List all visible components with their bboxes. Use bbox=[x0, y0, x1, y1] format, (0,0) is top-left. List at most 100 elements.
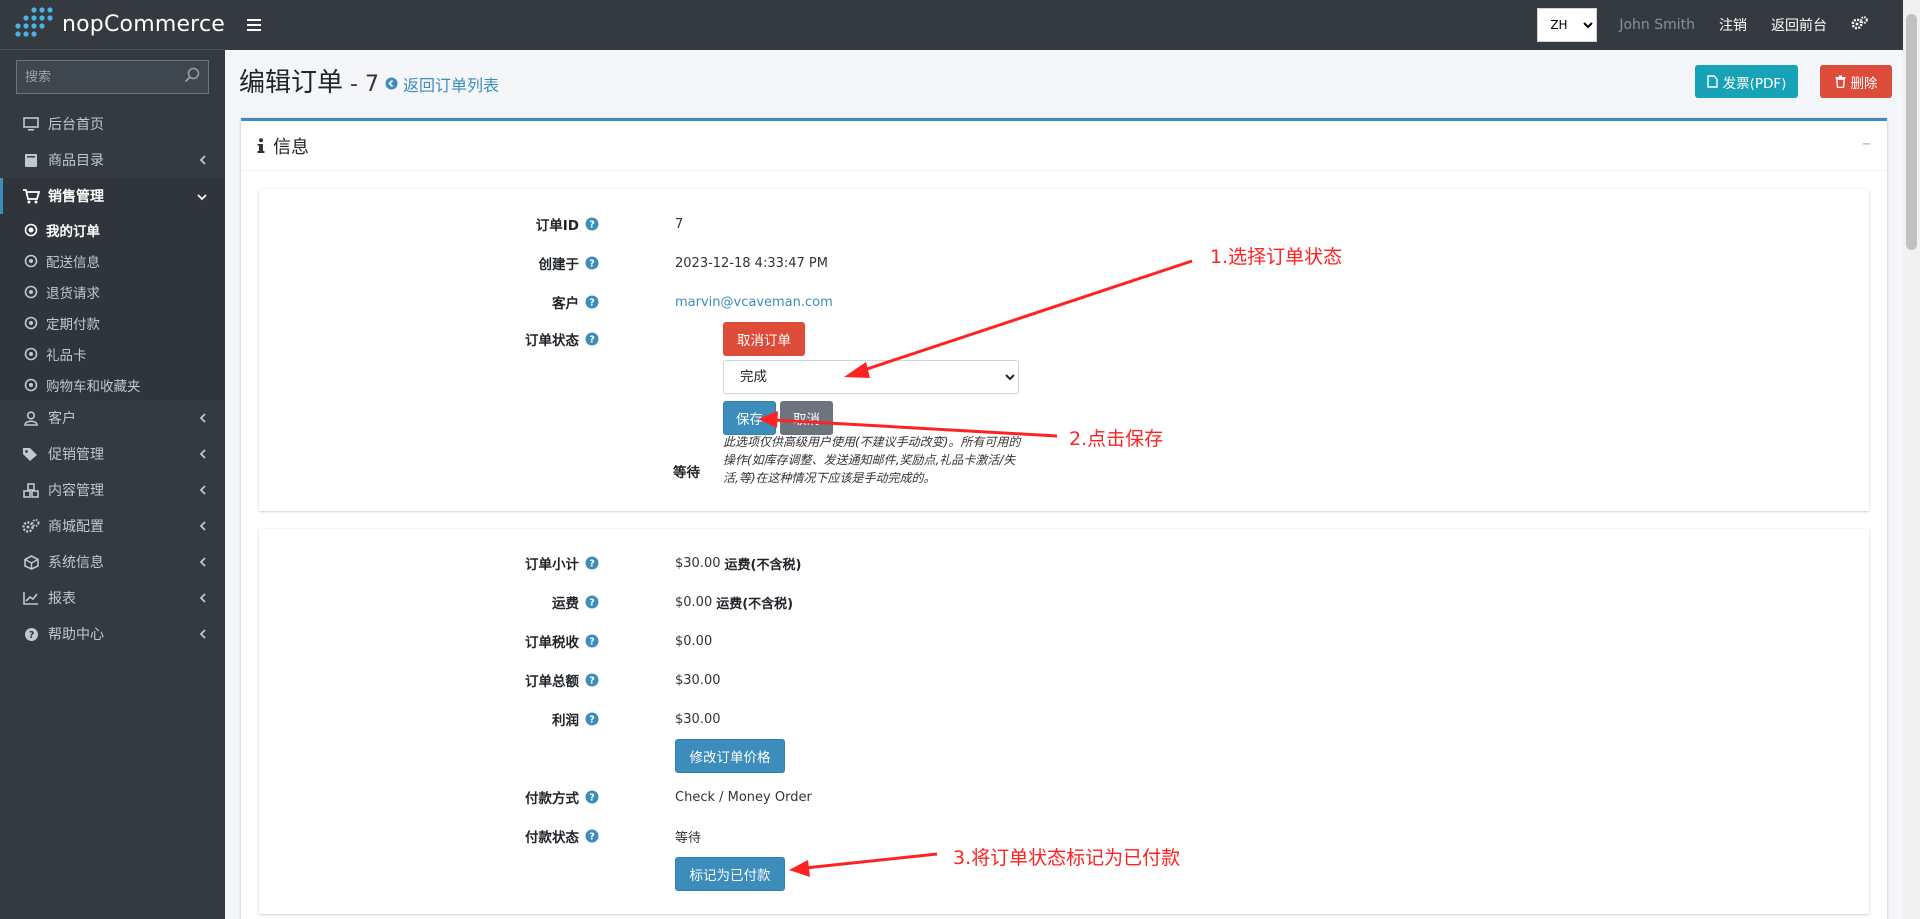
line-chart-icon bbox=[22, 589, 40, 607]
tax-value: $0.00 bbox=[675, 633, 713, 649]
settings-gears-icon[interactable] bbox=[1851, 15, 1868, 35]
page-header: 编辑订单 - 7 返回订单列表 发票(PDF) 删除 bbox=[225, 50, 1901, 118]
help-icon[interactable]: ? bbox=[585, 332, 599, 346]
field-label: 客户 bbox=[552, 296, 579, 312]
page-scrollbar[interactable] bbox=[1903, 0, 1920, 919]
sidebar-item-system[interactable]: 系统信息 bbox=[0, 544, 225, 580]
sidebar-item-shipments[interactable]: 配送信息 bbox=[0, 245, 225, 276]
circle-dot-icon bbox=[24, 254, 38, 268]
help-icon[interactable]: ? bbox=[585, 634, 599, 648]
arrow-circle-left-icon bbox=[385, 75, 398, 94]
sidebar-item-orders[interactable]: 我的订单 bbox=[0, 214, 225, 245]
cancel-status-button[interactable]: 取消 bbox=[780, 401, 833, 435]
field-label: 订单小计 bbox=[525, 557, 579, 573]
svg-text:?: ? bbox=[589, 676, 595, 687]
field-label: 付款方式 bbox=[525, 791, 579, 807]
menu-toggle-icon[interactable] bbox=[247, 19, 261, 31]
save-status-button[interactable]: 保存 bbox=[723, 401, 776, 435]
order-id-row: 订单ID? 7 bbox=[259, 212, 1869, 236]
language-select[interactable]: ZH bbox=[1537, 8, 1598, 42]
sidebar-item-giftcards[interactable]: 礼品卡 bbox=[0, 338, 225, 369]
sidebar-item-help[interactable]: ? 帮助中心 bbox=[0, 616, 225, 652]
scrollbar-thumb[interactable] bbox=[1906, 14, 1917, 250]
profit-label: 利润? bbox=[439, 707, 599, 731]
sidebar-item-label: 报表 bbox=[48, 591, 76, 607]
subtotal-label: 订单小计? bbox=[439, 551, 599, 575]
field-label: 订单总额 bbox=[525, 674, 579, 690]
field-label: 订单ID bbox=[535, 218, 579, 234]
sidebar-item-customers[interactable]: 客户 bbox=[0, 400, 225, 436]
circle-dot-icon bbox=[24, 347, 38, 361]
cube-icon bbox=[22, 553, 40, 571]
sidebar-item-reports[interactable]: 报表 bbox=[0, 580, 225, 616]
help-icon[interactable]: ? bbox=[585, 556, 599, 570]
back-to-order-list-link[interactable]: 返回订单列表 bbox=[385, 72, 499, 96]
status-label: 订单状态? bbox=[439, 327, 599, 351]
sidebar-item-label: 系统信息 bbox=[48, 555, 104, 571]
main-content: 编辑订单 - 7 返回订单列表 发票(PDF) 删除 信息 – 订单ID? 7 bbox=[225, 50, 1901, 919]
sidebar-item-label: 配送信息 bbox=[46, 254, 100, 271]
chevron-down-icon bbox=[197, 189, 207, 205]
sidebar-item-label: 定期付款 bbox=[46, 316, 100, 333]
sidebar-item-recurring[interactable]: 定期付款 bbox=[0, 307, 225, 338]
svg-text:?: ? bbox=[589, 793, 595, 804]
gears-icon bbox=[22, 517, 40, 535]
tags-icon bbox=[22, 445, 40, 463]
shipping-amount: $0.00 bbox=[675, 594, 713, 610]
tax-label: 订单税收? bbox=[439, 629, 599, 653]
brand[interactable]: nopCommerce bbox=[0, 0, 225, 50]
chevron-left-icon bbox=[199, 483, 207, 499]
search-icon[interactable] bbox=[184, 67, 200, 87]
svg-text:?: ? bbox=[589, 637, 595, 648]
circle-dot-icon bbox=[24, 378, 38, 392]
brand-name: nopCommerce bbox=[62, 12, 225, 37]
sidebar-item-content[interactable]: 内容管理 bbox=[0, 472, 225, 508]
help-icon[interactable]: ? bbox=[585, 673, 599, 687]
annotation-step1: 1.选择订单状态 bbox=[1210, 246, 1343, 268]
order-info-card: 信息 – 订单ID? 7 创建于? 2023-12-18 4:33:47 PM … bbox=[241, 118, 1887, 919]
help-icon[interactable]: ? bbox=[585, 295, 599, 309]
collapse-icon[interactable]: – bbox=[1862, 133, 1871, 154]
logout-link[interactable]: 注销 bbox=[1719, 15, 1747, 35]
subtotal-suffix: 运费(不含税) bbox=[724, 557, 802, 573]
cancel-order-button[interactable]: 取消订单 bbox=[723, 322, 805, 356]
order-id-label: 订单ID? bbox=[439, 212, 599, 236]
sidebar-item-configuration[interactable]: 商城配置 bbox=[0, 508, 225, 544]
circle-dot-icon bbox=[24, 223, 38, 237]
sidebar-item-sales[interactable]: 销售管理 bbox=[0, 178, 225, 214]
sidebar-item-catalog[interactable]: 商品目录 bbox=[0, 142, 225, 178]
mark-as-paid-button[interactable]: 标记为已付款 bbox=[675, 857, 785, 891]
sidebar-item-label: 退货请求 bbox=[46, 285, 100, 302]
info-icon bbox=[257, 137, 265, 154]
edit-order-totals-button[interactable]: 修改订单价格 bbox=[675, 739, 785, 773]
svg-text:?: ? bbox=[28, 630, 34, 641]
search-input[interactable] bbox=[25, 69, 175, 85]
created-row: 创建于? 2023-12-18 4:33:47 PM bbox=[259, 251, 1869, 275]
help-icon[interactable]: ? bbox=[585, 217, 599, 231]
customer-email-link[interactable]: marvin@vcaveman.com bbox=[675, 295, 833, 310]
delete-label: 删除 bbox=[1850, 75, 1878, 92]
sidebar-item-dashboard[interactable]: 后台首页 bbox=[0, 106, 225, 142]
order-basic-panel: 订单ID? 7 创建于? 2023-12-18 4:33:47 PM 客户? m… bbox=[259, 189, 1869, 511]
delete-order-button[interactable]: 删除 bbox=[1820, 65, 1892, 98]
help-icon[interactable]: ? bbox=[585, 829, 599, 843]
help-icon[interactable]: ? bbox=[585, 790, 599, 804]
current-user: John Smith bbox=[1619, 17, 1695, 33]
svg-text:?: ? bbox=[589, 335, 595, 346]
invoice-pdf-button[interactable]: 发票(PDF) bbox=[1695, 65, 1798, 98]
annotation-step3: 3.将订单状态标记为已付款 bbox=[953, 847, 1181, 869]
help-icon[interactable]: ? bbox=[585, 595, 599, 609]
sidebar-item-carts[interactable]: 购物车和收藏夹 bbox=[0, 369, 225, 400]
public-store-link[interactable]: 返回前台 bbox=[1771, 15, 1827, 35]
circle-dot-icon bbox=[24, 285, 38, 299]
order-status-select[interactable]: 完成 bbox=[723, 360, 1019, 394]
total-label: 订单总额? bbox=[439, 668, 599, 692]
sidebar-item-promotions[interactable]: 促销管理 bbox=[0, 436, 225, 472]
help-icon[interactable]: ? bbox=[585, 256, 599, 270]
sidebar-item-returns[interactable]: 退货请求 bbox=[0, 276, 225, 307]
profit-value: $30.00 bbox=[675, 711, 721, 727]
sidebar-item-label: 我的订单 bbox=[46, 223, 100, 240]
sidebar-item-label: 商品目录 bbox=[48, 153, 104, 169]
book-icon bbox=[22, 151, 40, 169]
help-icon[interactable]: ? bbox=[585, 712, 599, 726]
